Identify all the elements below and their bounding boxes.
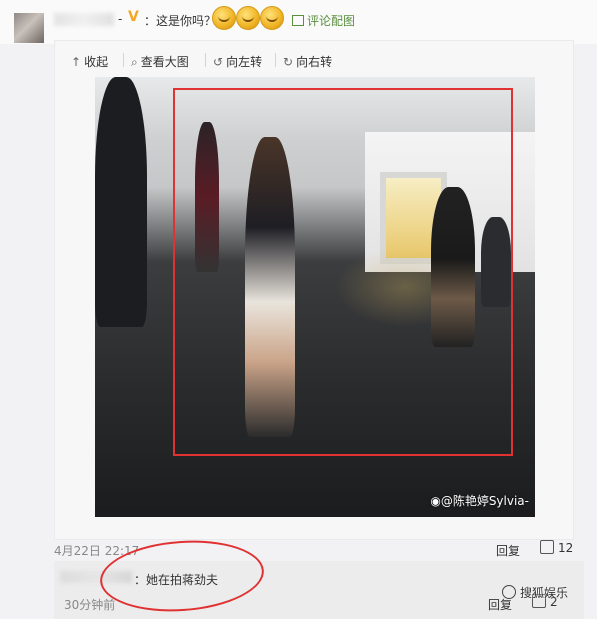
- arrow-up-icon: ↑: [71, 55, 82, 69]
- toolbar-divider: [123, 53, 124, 67]
- thumb-up-icon: [540, 540, 554, 554]
- comment-header: - V ：这是你吗？ 评论配图: [0, 0, 597, 44]
- laugh-emoji-icon: [236, 6, 260, 30]
- highlight-box: [173, 88, 513, 456]
- laugh-emoji-icon: [212, 6, 236, 30]
- reply-button[interactable]: 回复: [496, 542, 520, 559]
- brand-label: 搜狐娱乐: [520, 586, 569, 600]
- image-toolbar: ↑ 收起 ⌕ 查看大图 ↺ 向左转 ↻ 向右转: [55, 41, 573, 79]
- laugh-emoji-icon: [260, 6, 284, 30]
- like-button[interactable]: 12: [540, 540, 573, 555]
- collapse-button[interactable]: ↑ 收起: [71, 53, 108, 70]
- brand-watermark: 搜狐娱乐: [502, 584, 568, 601]
- watermark-text: @陈艳婷Sylvia-: [440, 494, 529, 508]
- name-dash: -: [118, 12, 123, 26]
- rotate-right-label: 向右转: [296, 55, 333, 69]
- comment-text: ：这是你吗？: [144, 14, 217, 28]
- rotate-left-label: 向左转: [226, 55, 263, 69]
- toolbar-divider: [205, 53, 206, 67]
- rotate-right-button[interactable]: ↻ 向右转: [283, 53, 332, 70]
- media-panel: ↑ 收起 ⌕ 查看大图 ↺ 向左转 ↻ 向右转 ◉@陈艳婷Sylvia-: [54, 40, 574, 540]
- view-large-label: 查看大图: [140, 55, 189, 69]
- weibo-icon: ◉: [430, 494, 441, 508]
- rotate-left-button[interactable]: ↺ 向左转: [213, 53, 262, 70]
- photo-watermark: ◉@陈艳婷Sylvia-: [430, 492, 529, 509]
- like-count: 12: [558, 541, 574, 555]
- magnifier-icon: ⌕: [131, 55, 138, 69]
- blurred-username[interactable]: [54, 13, 114, 26]
- toolbar-divider: [275, 53, 276, 67]
- comment-pic-link[interactable]: 评论配图: [292, 12, 355, 29]
- wechat-channel-icon: [502, 585, 516, 599]
- photo-figure-left: [95, 77, 147, 327]
- rotate-left-icon: ↺: [213, 55, 224, 69]
- rotate-right-icon: ↻: [283, 55, 294, 69]
- view-large-button[interactable]: ⌕ 查看大图: [131, 53, 189, 70]
- sub-reply-time: 30分钟前: [64, 598, 116, 612]
- comment-pic-label: 评论配图: [307, 14, 356, 28]
- collapse-label: 收起: [84, 55, 109, 69]
- avatar[interactable]: [14, 13, 44, 43]
- image-icon: [292, 15, 304, 26]
- verified-v-icon: V: [128, 9, 139, 25]
